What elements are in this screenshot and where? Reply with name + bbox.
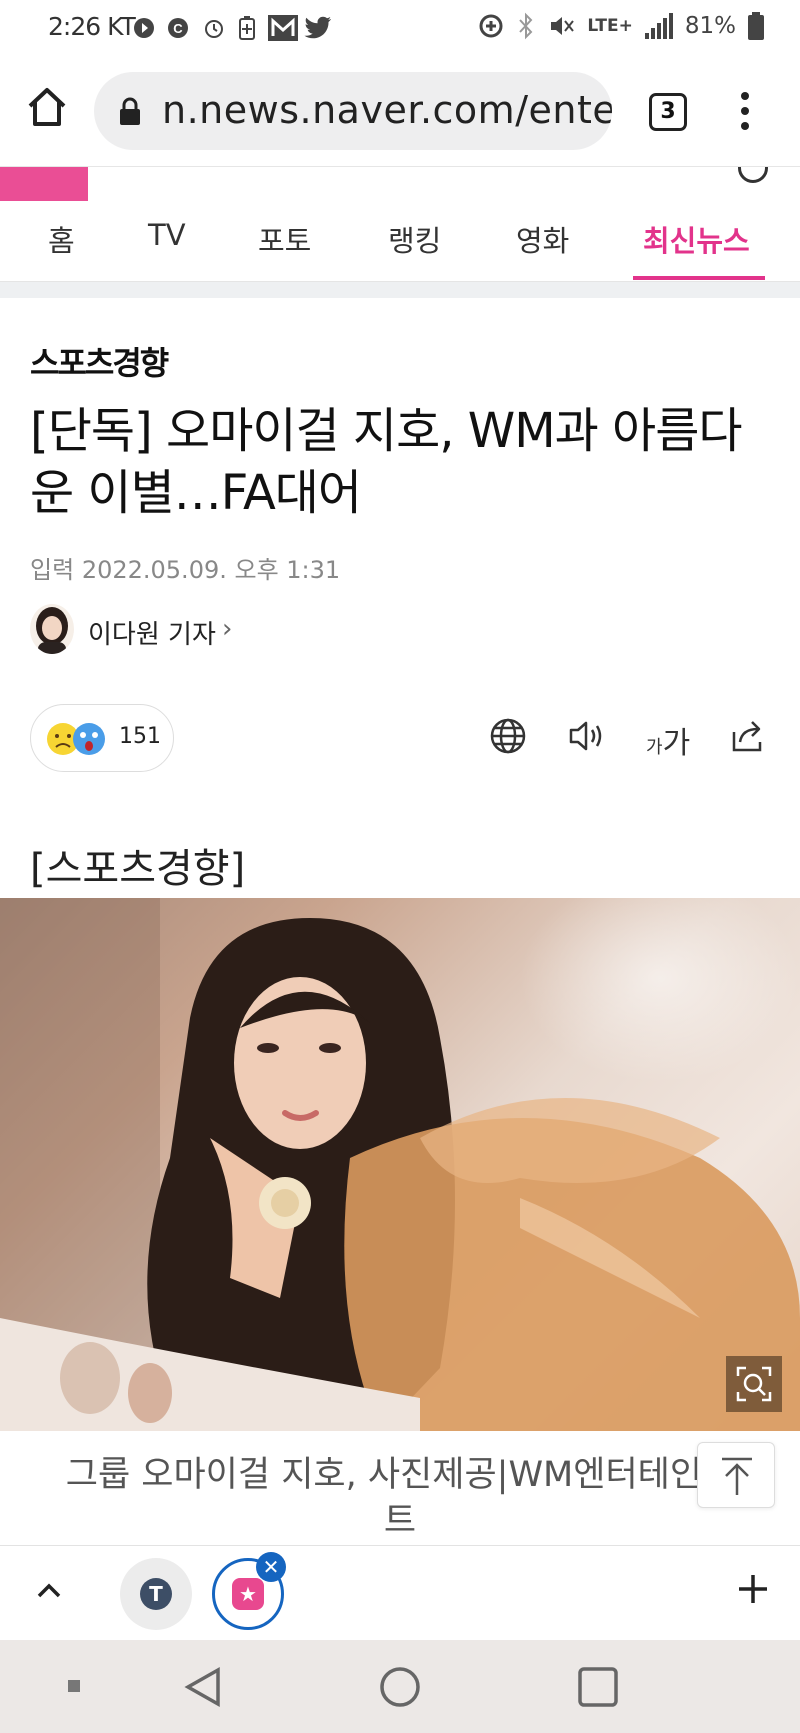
back-icon[interactable] [184,1666,220,1708]
font-size-button[interactable]: 가가 [646,718,690,761]
scroll-to-top-button[interactable] [697,1442,775,1508]
home-icon [28,88,66,126]
chevron-right-icon[interactable]: › [222,614,232,644]
star-favicon-icon: ★ [232,1578,264,1610]
nav-item-photo[interactable]: 포토 [258,218,311,260]
reporter-avatar[interactable] [30,604,74,654]
lock-icon [120,97,140,125]
article-source-tag: [스포츠경향] [30,846,246,892]
site-logo[interactable] [0,167,88,201]
mute-icon [551,17,575,35]
tab-group-bar: T ★ ✕ [0,1545,800,1640]
search-icon[interactable] [738,167,768,183]
speaker-icon[interactable] [566,716,608,758]
photo-caption: 그룹 오마이걸 지호, 사진제공|WM엔터테인먼트 [0,1452,800,1544]
arrow-up-icon [722,1457,752,1495]
section-nav: 홈 TV 포토 랭킹 영화 최신뉴스 [0,202,800,282]
chevron-up-icon[interactable] [34,1576,64,1606]
article-date: 입력 2022.05.09. 오후 1:31 [30,550,340,585]
t-favicon-icon: T [140,1578,172,1610]
reporter-name[interactable]: 이다원 기자 [88,614,216,651]
status-bar: 2:26 KT C LTE+ 81% [0,0,800,58]
date-label: 입력 [30,556,75,584]
clock: 2:26 [48,12,101,41]
image-zoom-icon [736,1366,772,1402]
reaction-emoji-icons [47,723,105,755]
home-nav-icon[interactable] [380,1667,420,1707]
nav-item-tv[interactable]: TV [148,218,186,252]
close-tab-icon[interactable]: ✕ [256,1552,286,1582]
home-button[interactable] [22,82,72,132]
article-title: [단독] 오마이걸 지호, WM과 아름다운 이별…FA대어 [30,403,743,521]
image-search-button[interactable] [726,1356,782,1412]
svg-text:C: C [173,21,183,36]
system-navigation-bar [0,1640,800,1733]
alarm-icon [202,14,226,42]
date-value: 2022.05.09. 오후 1:31 [81,556,341,584]
play-circle-icon [132,14,156,42]
translate-globe-icon[interactable] [488,716,530,758]
bluetooth-icon [519,12,533,40]
press-logo[interactable]: 스포츠경향 [30,338,169,384]
twitter-icon [304,14,332,42]
reaction-button[interactable]: 151 [30,704,174,772]
address-bar[interactable]: n.news.naver.com/entert [94,72,612,150]
nav-item-latest-news[interactable]: 최신뉴스 [643,218,750,260]
battery-level: 81% [684,13,736,39]
url-text: n.news.naver.com/entert [162,88,612,132]
nav-item-movie[interactable]: 영화 [516,218,569,260]
tab-switcher-button[interactable]: 3 [649,93,687,131]
network-type: LTE+ [587,16,633,36]
share-icon[interactable] [728,716,770,758]
status-indicators: LTE+ 81% [477,12,764,40]
c-circle-icon: C [166,14,190,42]
nav-item-ranking[interactable]: 랭킹 [388,218,441,260]
signal-icon [644,13,673,39]
status-time: 2:26 KT [48,12,136,41]
carrier: KT [107,12,136,41]
overview-icon[interactable] [578,1667,618,1707]
gmail-icon [268,14,298,42]
recents-dot-icon[interactable] [68,1680,80,1692]
battery-saver-icon [238,14,256,42]
photo-caption-text: 그룹 오마이걸 지호, 사진제공|WM엔터테인먼트 [65,1455,735,1541]
reaction-count: 151 [119,724,161,749]
nav-item-home[interactable]: 홈 [48,218,75,260]
data-saver-icon [479,14,503,38]
active-tab-indicator [633,276,765,280]
add-tab-icon[interactable] [736,1572,770,1606]
divider [0,282,800,298]
tab-thumbnail-t[interactable]: T [120,1558,192,1630]
portrait-illustration [0,898,800,1431]
article-photo[interactable] [0,898,800,1431]
overflow-menu-button[interactable] [735,92,755,132]
battery-icon [748,12,764,40]
site-header [0,166,800,202]
